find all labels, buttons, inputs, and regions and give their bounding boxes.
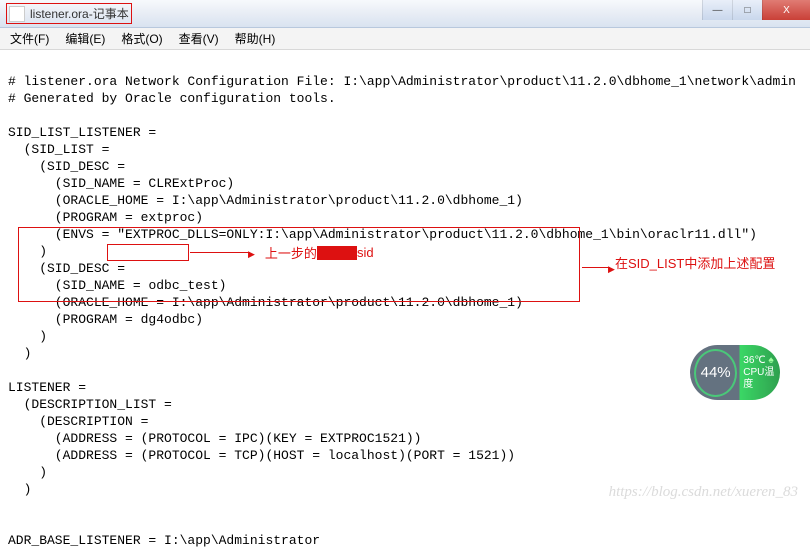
app-icon (9, 6, 25, 22)
code-line: ) (8, 465, 47, 480)
window-titlebar: listener.ora - 记事本 — □ X (0, 0, 810, 28)
code-line: (ADDRESS = (PROTOCOL = TCP)(HOST = local… (8, 448, 515, 463)
code-line: (PROGRAM = extproc) (8, 210, 203, 225)
code-line: (SID_NAME = CLRExtProc) (8, 176, 234, 191)
code-line: SID_LIST_LISTENER = (8, 125, 156, 140)
code-line: (PROGRAM = dg4odbc) (8, 312, 203, 327)
code-line: # Generated by Oracle configuration tool… (8, 91, 336, 106)
menu-format[interactable]: 格式(O) (115, 28, 168, 49)
annotation-redacted (317, 246, 357, 260)
code-line: (SID_LIST = (8, 142, 109, 157)
code-text: ) (219, 278, 227, 293)
text-editor-area[interactable]: # listener.ora Network Configuration Fil… (0, 50, 810, 555)
annotation-arrow-sid: 上一步的 sid (190, 243, 374, 262)
code-line: (SID_DESC = (8, 159, 125, 174)
cpu-temp-gauge: 44% 36℃ ♠ CPU温度 (690, 345, 780, 400)
maximize-button[interactable]: □ (732, 0, 762, 20)
menu-help[interactable]: 帮助(H) (229, 28, 282, 49)
code-line: (ORACLE_HOME = I:\app\Administrator\prod… (8, 193, 523, 208)
window-title-file: listener.ora (30, 7, 89, 21)
annotation-arrow-block (582, 260, 615, 275)
minimize-button[interactable]: — (702, 0, 732, 20)
code-line: (DESCRIPTION_LIST = (8, 397, 172, 412)
code-line: ) (8, 329, 47, 344)
gauge-percent: 44% (694, 349, 737, 397)
code-line: LISTENER = (8, 380, 86, 395)
close-button[interactable]: X (762, 0, 810, 20)
menu-edit[interactable]: 编辑(E) (59, 28, 111, 49)
code-line: (DESCRIPTION = (8, 414, 148, 429)
menu-view[interactable]: 查看(V) (173, 28, 225, 49)
code-line: (SID_DESC = (8, 261, 125, 276)
code-line: ) (8, 346, 31, 361)
code-line: (ENVS = "EXTPROC_DLLS=ONLY:I:\app\Admini… (8, 227, 757, 242)
watermark-text: https://blog.csdn.net/xueren_83 (609, 484, 798, 501)
annotation-text-block: 在SID_LIST中添加上述配置 (615, 256, 790, 272)
code-line: (ADDRESS = (PROTOCOL = IPC)(KEY = EXTPRO… (8, 431, 421, 446)
gauge-info: 36℃ ♠ CPU温度 (743, 355, 780, 391)
window-controls: — □ X (702, 0, 810, 20)
code-line: ) (8, 244, 47, 259)
code-line: (SID_NAME = odbc_test) (8, 278, 226, 293)
code-text: (SID_NAME = (8, 278, 148, 293)
gauge-temp: 36℃ (743, 355, 765, 366)
code-line: # listener.ora Network Configuration Fil… (8, 74, 796, 89)
title-highlight-box: listener.ora - 记事本 (6, 3, 132, 24)
sid-name-value: odbc_test (148, 278, 218, 293)
annotation-text-sid-pre: 上一步的 (265, 243, 317, 262)
code-line: (ORACLE_HOME = I:\app\Administrator\prod… (8, 295, 523, 310)
code-line: ADR_BASE_LISTENER = I:\app\Administrator (8, 533, 320, 548)
menu-bar: 文件(F) 编辑(E) 格式(O) 查看(V) 帮助(H) (0, 28, 810, 50)
window-title-app: 记事本 (93, 5, 129, 22)
code-line: ) (8, 482, 31, 497)
leaf-icon: ♠ (768, 355, 773, 366)
menu-file[interactable]: 文件(F) (4, 28, 55, 49)
annotation-text-sid-post: sid (357, 245, 374, 260)
gauge-label: CPU温度 (743, 367, 780, 391)
